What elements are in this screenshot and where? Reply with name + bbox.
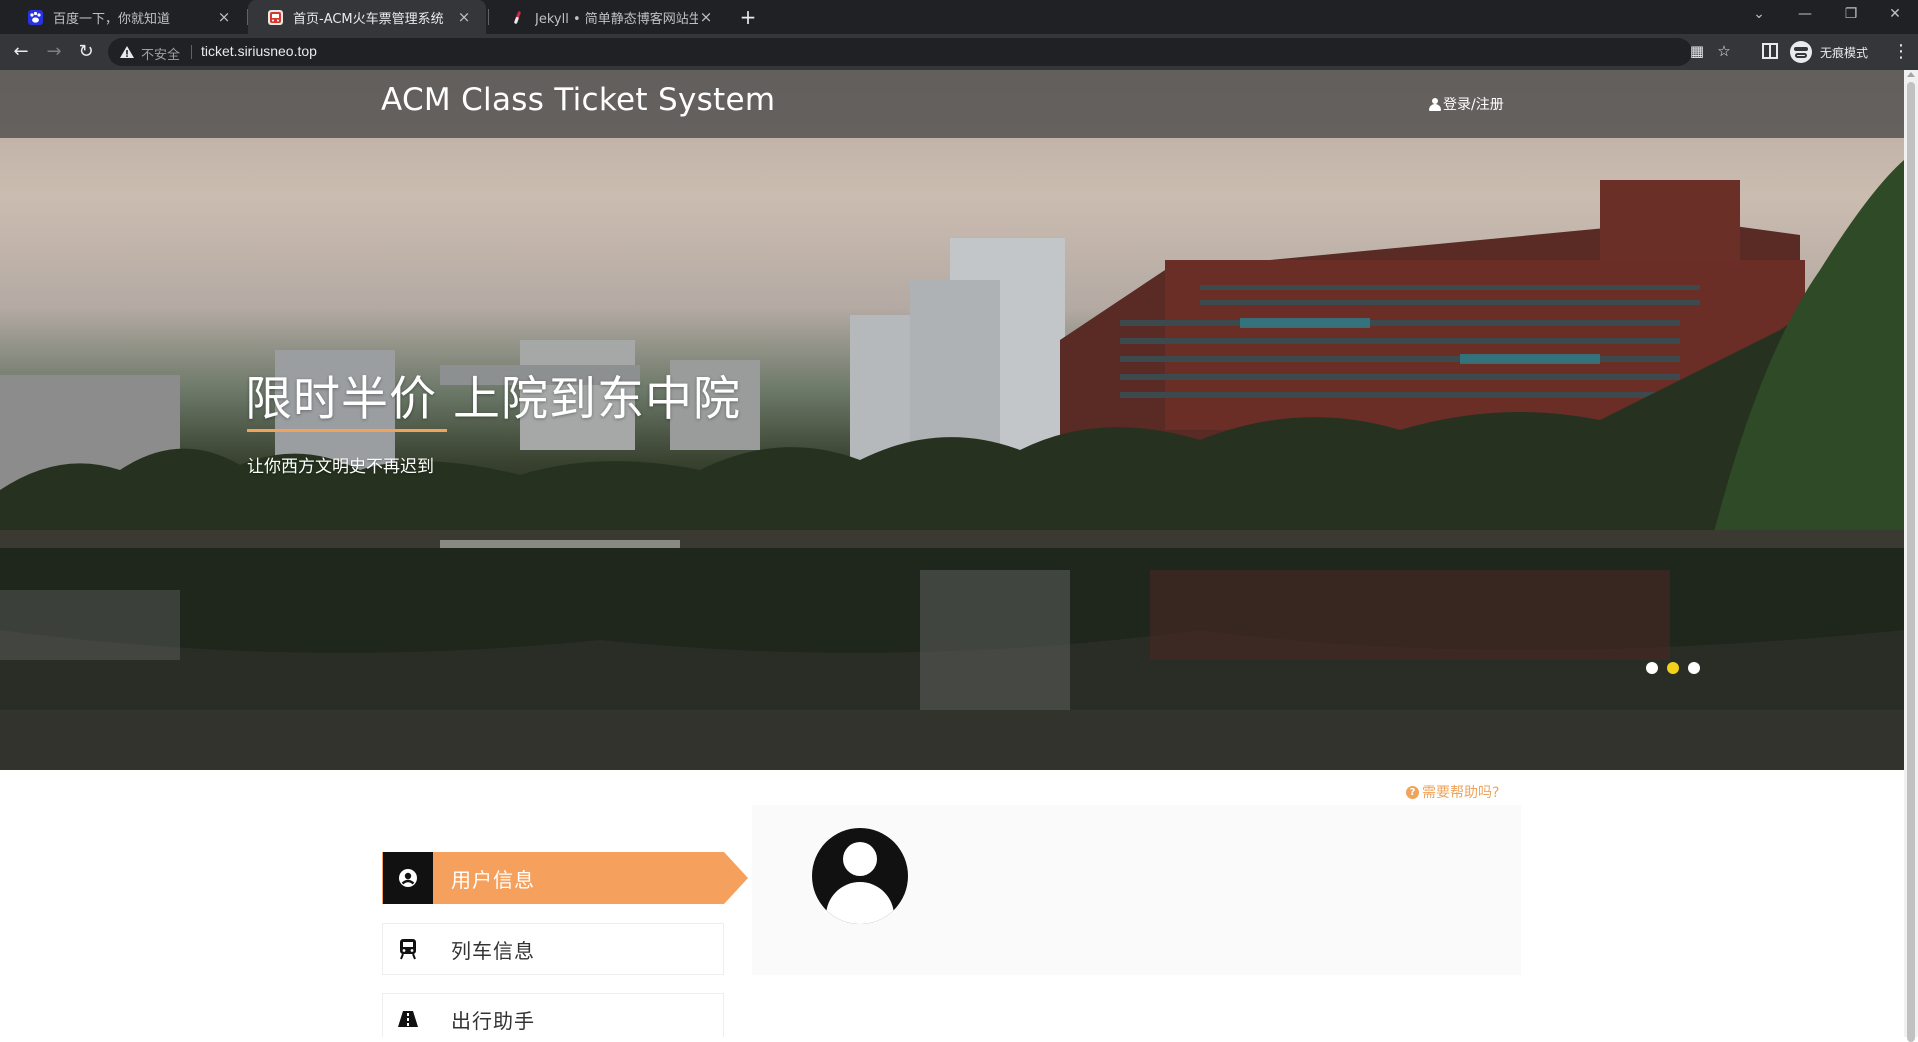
question-circle-icon: ? <box>1406 785 1419 799</box>
user-icon <box>1429 97 1441 111</box>
road-icon <box>383 994 433 1037</box>
warning-triangle-icon[interactable] <box>119 44 135 60</box>
browser-menu-icon[interactable]: ⋮ <box>1892 40 1910 64</box>
forward-arrow-icon[interactable]: → <box>41 40 67 64</box>
tab-divider <box>488 9 489 25</box>
site-brand[interactable]: ACM Class Ticket System <box>381 82 775 118</box>
site-header: ACM Class Ticket System 登录/注册 <box>0 70 1904 138</box>
train-icon <box>383 924 433 974</box>
help-link[interactable]: ? 需要帮助吗? <box>1406 782 1499 802</box>
incognito-icon <box>1790 41 1812 63</box>
address-bar[interactable]: 不安全 ticket.siriusneo.top ▦ ☆ <box>108 38 1731 66</box>
carousel-title: 限时半价 上院到东中院 <box>245 372 741 427</box>
close-window-icon[interactable]: ✕ <box>1872 0 1918 30</box>
url-divider <box>191 45 192 59</box>
url-text[interactable]: ticket.siriusneo.top <box>201 43 317 59</box>
close-tab-icon[interactable]: × <box>456 8 472 26</box>
side-panel-icon[interactable] <box>1762 43 1778 59</box>
help-label: 需要帮助吗? <box>1422 785 1500 801</box>
sidebar-item-label: 出行助手 <box>451 1008 535 1033</box>
browser-toolbar: ← → ↻ 不安全 ticket.siriusneo.top ▦ ☆ 无痕模式 … <box>0 34 1918 70</box>
train-logo-icon <box>268 9 283 25</box>
login-register-link[interactable]: 登录/注册 <box>1429 94 1504 114</box>
incognito-profile[interactable]: 无痕模式 <box>1790 38 1868 66</box>
close-tab-icon[interactable]: × <box>216 8 232 26</box>
tab-search-icon[interactable]: ⌄ <box>1736 0 1782 30</box>
tab-divider <box>247 9 248 25</box>
tab-title: Jekyll • 简单静态博客网站生成器 <box>535 11 698 27</box>
carousel-indicator-2[interactable] <box>1667 662 1679 674</box>
translate-qr-icon[interactable]: ▦ <box>1688 43 1706 61</box>
sidebar-item-label: 列车信息 <box>451 938 535 963</box>
bookmark-star-icon[interactable]: ☆ <box>1715 43 1733 61</box>
active-item-arrow <box>724 852 748 904</box>
user-avatar-icon <box>812 828 908 924</box>
sidebar-item-user-info[interactable]: 用户信息 <box>382 852 724 904</box>
carousel-indicator-1[interactable] <box>1646 662 1658 674</box>
reload-icon[interactable]: ↻ <box>73 40 99 64</box>
baidu-paw-icon <box>28 9 43 25</box>
back-arrow-icon[interactable]: ← <box>8 40 34 64</box>
carousel-indicator-3[interactable] <box>1688 662 1700 674</box>
browser-tab-baidu[interactable]: 百度一下，你就知道 × <box>8 0 246 34</box>
scroll-up-icon[interactable] <box>1907 72 1915 77</box>
browser-tab-acm[interactable]: 首页-ACM火车票管理系统 × <box>248 0 486 34</box>
title-underline <box>247 429 447 432</box>
jekyll-tube-icon <box>510 10 525 25</box>
login-register-label: 登录/注册 <box>1443 97 1504 113</box>
user-circle-icon <box>383 852 433 904</box>
carousel-subtitle: 让你西方文明史不再迟到 <box>247 457 434 477</box>
sidebar-item-label: 用户信息 <box>451 867 535 892</box>
tab-title: 首页-ACM火车票管理系统 <box>293 11 444 27</box>
browser-tab-strip: 百度一下，你就知道 × 首页-ACM火车票管理系统 × Jekyll • 简单静… <box>0 0 1918 34</box>
new-tab-button[interactable]: + <box>736 4 760 30</box>
sidebar-item-travel-helper[interactable]: 出行助手 <box>382 993 724 1037</box>
scrollbar-thumb[interactable] <box>1907 82 1915 1042</box>
security-label[interactable]: 不安全 <box>141 44 180 63</box>
close-tab-icon[interactable]: × <box>698 8 714 26</box>
page-viewport: ACM Class Ticket System 登录/注册 限时半价 上院到东中… <box>0 70 1904 1037</box>
incognito-label: 无痕模式 <box>1820 45 1869 60</box>
page-scrollbar[interactable] <box>1904 70 1918 1042</box>
restore-window-icon[interactable]: ❐ <box>1828 0 1874 30</box>
tab-title: 百度一下，你就知道 <box>53 11 171 27</box>
minimize-window-icon[interactable]: — <box>1782 0 1828 30</box>
hero-carousel: ACM Class Ticket System 登录/注册 限时半价 上院到东中… <box>0 70 1904 770</box>
sidebar-item-train-info[interactable]: 列车信息 <box>382 923 724 975</box>
browser-tab-jekyll[interactable]: Jekyll • 简单静态博客网站生成器 × <box>490 0 728 34</box>
